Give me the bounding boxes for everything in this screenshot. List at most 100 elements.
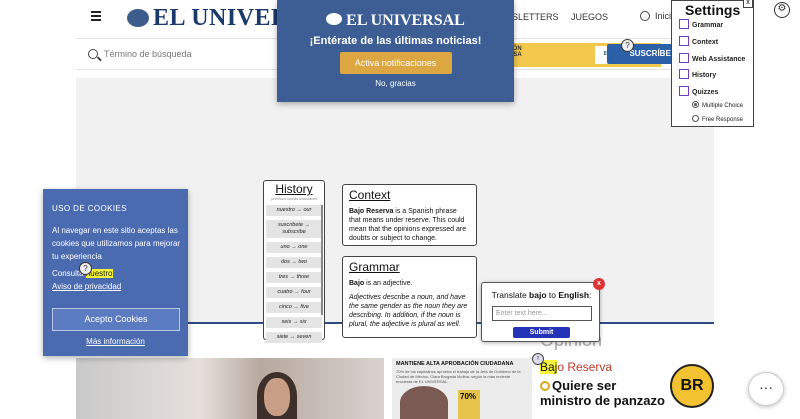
person-image bbox=[257, 372, 297, 419]
setting-history[interactable]: History bbox=[679, 69, 716, 81]
article-title-text: Quiere ser ministro de panzazo bbox=[540, 378, 665, 408]
history-item[interactable]: uno → one bbox=[266, 242, 322, 253]
accept-cookies-button[interactable]: Acepto Cookies bbox=[52, 308, 180, 331]
search-icon[interactable] bbox=[88, 49, 98, 59]
news-thumbnail[interactable]: MANTIENE ALTA APROBACIÓN CIUDADANA 70% d… bbox=[392, 358, 532, 419]
notification-logo: EL UNIVERSAL bbox=[277, 12, 514, 30]
thumb-subtext: 70% de los capitalinos aprueba el trabaj… bbox=[396, 369, 521, 384]
settings-title: Settings bbox=[685, 2, 741, 18]
grammar-body: Bajo is an adjective. bbox=[349, 279, 470, 288]
radio-selected-icon bbox=[692, 101, 699, 108]
setting-grammar[interactable]: Grammar bbox=[679, 19, 723, 31]
grammar-text: is an adjective. bbox=[364, 280, 413, 287]
quiz-mode-multiple-choice[interactable]: Multiple Choice bbox=[692, 101, 743, 110]
close-icon[interactable]: x bbox=[593, 278, 605, 290]
grammar-detail: Adjectives describe a noun, and have the… bbox=[349, 294, 468, 328]
nav-newsletters[interactable]: SLETTERS bbox=[512, 12, 559, 22]
translate-popup: Translate bajo to English: Enter text he… bbox=[481, 278, 605, 342]
gear-icon[interactable]: ⚙ bbox=[774, 2, 790, 18]
article-title[interactable]: Quiere ser ministro de panzazo bbox=[540, 378, 670, 408]
history-item[interactable]: nuestro → our bbox=[266, 205, 322, 216]
page: EL UNIVERSAL SLETTERS JUEGOS Inici ⚙ Tér… bbox=[0, 0, 800, 419]
notification-logo-text: EL UNIVERSAL bbox=[346, 12, 465, 29]
context-card: Context Bajo Reserva is a Spanish phrase… bbox=[342, 184, 477, 246]
setting-label: Grammar bbox=[692, 22, 724, 29]
setting-web-assistance[interactable]: Web Assistance bbox=[679, 53, 745, 65]
history-item[interactable]: suscribete → subscribe bbox=[266, 220, 322, 238]
grammar-title: Grammar bbox=[349, 260, 400, 274]
login-label: Inici bbox=[655, 11, 672, 21]
search-input[interactable]: Término de búsqueda bbox=[104, 49, 192, 59]
settings-panel: Settings x Grammar Context Web Assistanc… bbox=[671, 0, 754, 127]
translate-input[interactable]: Enter text here... bbox=[492, 306, 592, 321]
privacy-notice-link[interactable]: Aviso de privacidad bbox=[52, 282, 121, 291]
grammar-card: Grammar Bajo is an adjective. Adjectives… bbox=[342, 256, 477, 338]
thumb-headline: MANTIENE ALTA APROBACIÓN CIUDADANA bbox=[396, 361, 514, 367]
setting-label: Context bbox=[692, 39, 719, 46]
thumb-person-image bbox=[400, 386, 448, 419]
history-item[interactable]: siete → seven bbox=[266, 332, 322, 343]
pointer-icon[interactable]: ↑ bbox=[532, 353, 544, 365]
close-icon[interactable]: x bbox=[743, 0, 753, 8]
dismiss-notifications-link[interactable]: No, gracias bbox=[277, 79, 514, 88]
translate-suffix: : bbox=[589, 290, 592, 300]
br-logo[interactable]: BR bbox=[670, 364, 714, 408]
checkbox-icon bbox=[679, 86, 689, 96]
login-link[interactable]: Inici bbox=[640, 11, 671, 21]
history-title: History bbox=[275, 182, 313, 196]
eagle-icon bbox=[127, 9, 149, 27]
notification-title: ¡Entérate de las últimas noticias! bbox=[309, 35, 482, 47]
history-list: nuestro → our suscribete → subscribe uno… bbox=[266, 205, 322, 347]
menu-icon[interactable] bbox=[91, 11, 101, 23]
news-photo[interactable] bbox=[76, 358, 384, 419]
history-item[interactable]: cuatro → four bbox=[266, 287, 322, 298]
nav-juegos[interactable]: JUEGOS bbox=[571, 12, 608, 22]
grammar-term: Bajo bbox=[349, 280, 365, 287]
chat-icon[interactable]: ··· bbox=[748, 372, 784, 406]
radio-icon bbox=[692, 115, 699, 122]
notification-modal: EL UNIVERSAL ¡Entérate de las últimas no… bbox=[277, 0, 514, 102]
top-nav: SLETTERS JUEGOS bbox=[512, 12, 618, 22]
cookie-banner: USO DE COOKIES Al navegar en este sitio … bbox=[43, 189, 188, 356]
checkbox-icon bbox=[679, 19, 689, 29]
bullet-icon bbox=[540, 381, 550, 391]
quiz-mode-label: Free Response bbox=[702, 117, 744, 123]
translate-word: bajo bbox=[529, 290, 547, 300]
help-icon[interactable]: ? bbox=[621, 39, 634, 52]
more-info-link[interactable]: Más información bbox=[43, 337, 188, 346]
section-tag[interactable]: Bajo Reserva bbox=[540, 360, 612, 374]
checkbox-icon bbox=[679, 53, 689, 63]
cookie-title: USO DE COOKIES bbox=[52, 204, 127, 213]
history-item[interactable]: seis → six bbox=[266, 317, 322, 328]
user-icon bbox=[640, 11, 650, 21]
quiz-mode-label: Multiple Choice bbox=[702, 103, 744, 109]
translate-submit-button[interactable]: Submit bbox=[513, 327, 570, 338]
history-scrollbar[interactable] bbox=[321, 205, 323, 315]
eagle-icon bbox=[326, 13, 343, 25]
setting-context[interactable]: Context bbox=[679, 36, 718, 48]
translate-language: English bbox=[558, 290, 590, 300]
help-icon[interactable]: ? bbox=[79, 262, 92, 275]
history-subtitle: previous words translated bbox=[271, 196, 317, 201]
context-term: Bajo Reserva bbox=[349, 208, 394, 215]
quiz-mode-free-response[interactable]: Free Response bbox=[692, 115, 743, 124]
section-tag-rest: o Reserva bbox=[557, 360, 613, 374]
history-item[interactable]: dos → two bbox=[266, 257, 322, 268]
activate-notifications-button[interactable]: Activa notificaciones bbox=[339, 52, 452, 74]
context-body: Bajo Reserva is a Spanish phrase that me… bbox=[349, 207, 470, 243]
history-item[interactable]: tres → three bbox=[266, 272, 322, 283]
setting-label: Web Assistance bbox=[692, 56, 746, 63]
checkbox-icon bbox=[679, 36, 689, 46]
setting-label: History bbox=[692, 72, 717, 79]
history-item[interactable]: cinco → five bbox=[266, 302, 322, 313]
history-panel: History previous words translated nuestr… bbox=[263, 180, 325, 343]
context-title: Context bbox=[349, 188, 391, 202]
thumb-percent: 70% bbox=[458, 390, 480, 419]
translate-mid: to bbox=[546, 290, 559, 300]
cookie-text: Al navegar en este sitio aceptas las coo… bbox=[52, 226, 181, 261]
setting-label: Quizzes bbox=[692, 89, 719, 96]
translate-prefix: Translate bbox=[491, 290, 530, 300]
setting-quizzes[interactable]: Quizzes bbox=[679, 86, 718, 98]
translate-label: Translate bajo to English: bbox=[482, 290, 601, 300]
checkbox-icon bbox=[679, 69, 689, 79]
